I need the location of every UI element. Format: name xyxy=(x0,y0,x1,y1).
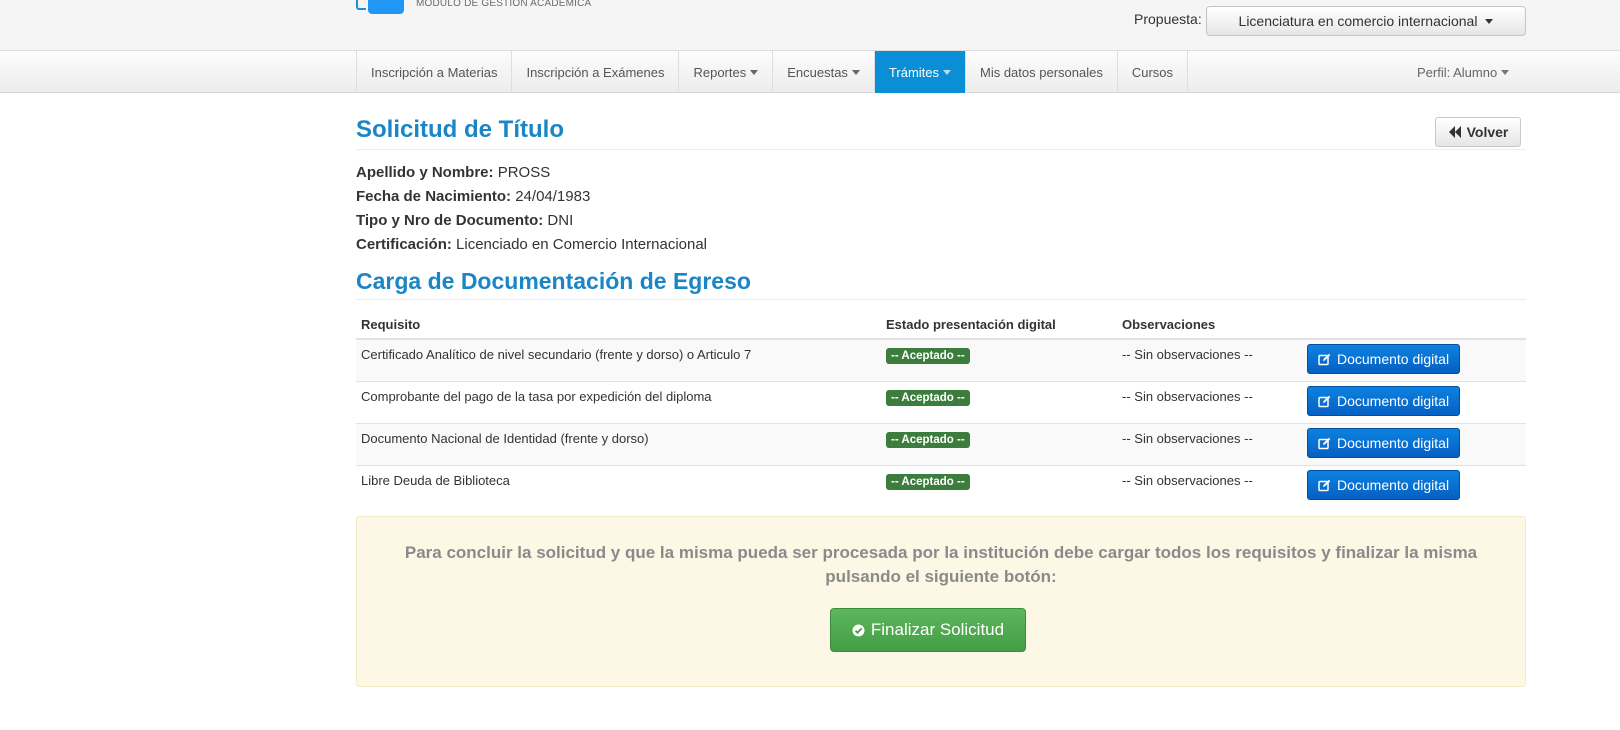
observaciones-cell: -- Sin observaciones -- xyxy=(1117,423,1302,466)
documento-digital-button[interactable]: Documento digital xyxy=(1307,428,1461,458)
estado-cell: -- Aceptado -- xyxy=(881,423,1117,466)
nav-item-label: Mis datos personales xyxy=(980,64,1103,80)
documento-digital-label: Documento digital xyxy=(1337,393,1450,409)
caret-down-icon xyxy=(943,69,951,75)
field-fecha-nacimiento: Fecha de Nacimiento: 24/04/1983 xyxy=(356,185,707,209)
table-row: Certificado Analítico de nivel secundari… xyxy=(356,338,1526,382)
accion-cell: Documento digital xyxy=(1302,338,1526,382)
nav-item-label: Reportes xyxy=(693,64,747,80)
page-title: Solicitud de Título xyxy=(356,116,564,143)
documento-digital-label: Documento digital xyxy=(1337,435,1450,451)
check-circle-icon xyxy=(852,624,865,636)
finalize-notice: Para concluir la solicitud y que la mism… xyxy=(356,516,1526,687)
status-badge: -- Aceptado -- xyxy=(886,390,970,406)
field-value: 24/04/1983 xyxy=(515,188,591,205)
top-header: MÓDULO DE GESTIÓN ACADÉMICA Propuesta: L… xyxy=(0,0,1620,51)
edit-icon xyxy=(1318,353,1331,365)
nav-item-encuestas[interactable]: Encuestas xyxy=(773,51,875,93)
divider xyxy=(356,299,1526,300)
logo xyxy=(356,0,408,14)
nav-item-label: Trámites xyxy=(888,64,939,80)
field-label: Apellido y Nombre: xyxy=(356,164,494,181)
edit-icon xyxy=(1318,479,1331,491)
documento-digital-button[interactable]: Documento digital xyxy=(1307,470,1461,500)
status-badge: -- Aceptado -- xyxy=(886,348,970,364)
table-row: Libre Deuda de Biblioteca -- Aceptado --… xyxy=(356,465,1526,507)
field-value: PROSS xyxy=(497,164,551,181)
documento-digital-label: Documento digital xyxy=(1337,351,1450,367)
notice-text: Para concluir la solicitud y que la mism… xyxy=(404,543,1478,586)
profile-menu[interactable]: Perfil: Alumno xyxy=(1405,51,1521,93)
field-nombre: Apellido y Nombre: PROSS xyxy=(356,161,707,185)
edit-icon xyxy=(1318,395,1331,407)
estado-cell: -- Aceptado -- xyxy=(881,465,1117,507)
requirements-table: Requisito Estado presentación digital Ob… xyxy=(356,312,1526,507)
edit-icon xyxy=(1318,437,1331,449)
field-label: Certificación: xyxy=(356,236,452,253)
nav-item-label: Inscripción a Exámenes xyxy=(526,64,665,80)
main-navbar: Inscripción a Materias Inscripción a Exá… xyxy=(0,51,1620,93)
column-header: Requisito xyxy=(356,312,881,340)
accion-cell: Documento digital xyxy=(1302,423,1526,466)
propuesta-value: Licenciatura en comercio internacional xyxy=(1238,13,1478,29)
observaciones-cell: -- Sin observaciones -- xyxy=(1117,338,1302,382)
caret-down-icon xyxy=(1501,69,1510,75)
nav-item-mis-datos[interactable]: Mis datos personales xyxy=(966,51,1118,93)
column-header xyxy=(1302,312,1526,340)
documento-digital-button[interactable]: Documento digital xyxy=(1307,386,1461,416)
nav-item-label: Inscripción a Materias xyxy=(371,64,498,80)
estado-cell: -- Aceptado -- xyxy=(881,338,1117,382)
field-certificacion: Certificación: Licenciado en Comercio In… xyxy=(356,233,707,257)
observaciones-cell: -- Sin observaciones -- xyxy=(1117,381,1302,424)
documento-digital-label: Documento digital xyxy=(1337,477,1450,493)
profile-label: Perfil: Alumno xyxy=(1417,64,1498,80)
table-header-row: Requisito Estado presentación digital Ob… xyxy=(356,312,1526,340)
nav-item-tramites[interactable]: Trámites xyxy=(874,51,966,93)
estado-cell: -- Aceptado -- xyxy=(881,381,1117,424)
nav-item-label: Cursos xyxy=(1131,64,1174,80)
requisito-cell: Documento Nacional de Identidad (frente … xyxy=(356,423,881,466)
documento-digital-button[interactable]: Documento digital xyxy=(1307,344,1461,374)
field-label: Fecha de Nacimiento: xyxy=(356,188,512,205)
field-value: DNI xyxy=(547,212,574,229)
back-button-label: Volver xyxy=(1466,124,1509,140)
field-documento: Tipo y Nro de Documento: DNI xyxy=(356,209,707,233)
observaciones-cell: -- Sin observaciones -- xyxy=(1117,465,1302,507)
accion-cell: Documento digital xyxy=(1302,381,1526,424)
nav-item-label: Encuestas xyxy=(787,64,848,80)
nav-item-cursos[interactable]: Cursos xyxy=(1118,51,1189,93)
status-badge: -- Aceptado -- xyxy=(886,474,970,490)
accion-cell: Documento digital xyxy=(1302,465,1526,507)
field-label: Tipo y Nro de Documento: xyxy=(356,212,544,229)
section-title: Carga de Documentación de Egreso xyxy=(356,268,751,294)
table-row: Comprobante del pago de la tasa por expe… xyxy=(356,381,1526,424)
caret-down-icon xyxy=(1485,18,1494,24)
backward-icon xyxy=(1448,126,1461,138)
finalizar-solicitud-label: Finalizar Solicitud xyxy=(870,620,1005,639)
requisito-cell: Certificado Analítico de nivel secundari… xyxy=(356,338,881,382)
back-button[interactable]: Volver xyxy=(1435,117,1521,147)
logo-text: MÓDULO DE GESTIÓN ACADÉMICA xyxy=(416,0,592,9)
student-info: Apellido y Nombre: PROSS Fecha de Nacimi… xyxy=(356,161,707,257)
caret-down-icon xyxy=(750,69,759,75)
column-header: Observaciones xyxy=(1117,312,1302,340)
table-row: Documento Nacional de Identidad (frente … xyxy=(356,423,1526,466)
divider xyxy=(356,149,1526,150)
propuesta-label: Propuesta: xyxy=(1134,11,1202,27)
caret-down-icon xyxy=(851,69,860,75)
column-header: Estado presentación digital xyxy=(881,312,1117,340)
propuesta-select[interactable]: Licenciatura en comercio internacional xyxy=(1206,6,1526,36)
status-badge: -- Aceptado -- xyxy=(886,432,970,448)
nav-item-inscripcion-materias[interactable]: Inscripción a Materias xyxy=(357,51,513,93)
finalizar-solicitud-button[interactable]: Finalizar Solicitud xyxy=(830,608,1026,652)
requisito-cell: Comprobante del pago de la tasa por expe… xyxy=(356,381,881,424)
nav-item-reportes[interactable]: Reportes xyxy=(679,51,774,93)
requisito-cell: Libre Deuda de Biblioteca xyxy=(356,465,881,507)
nav-item-inscripcion-examenes[interactable]: Inscripción a Exámenes xyxy=(512,51,680,93)
field-value: Licenciado en Comercio Internacional xyxy=(456,236,708,253)
